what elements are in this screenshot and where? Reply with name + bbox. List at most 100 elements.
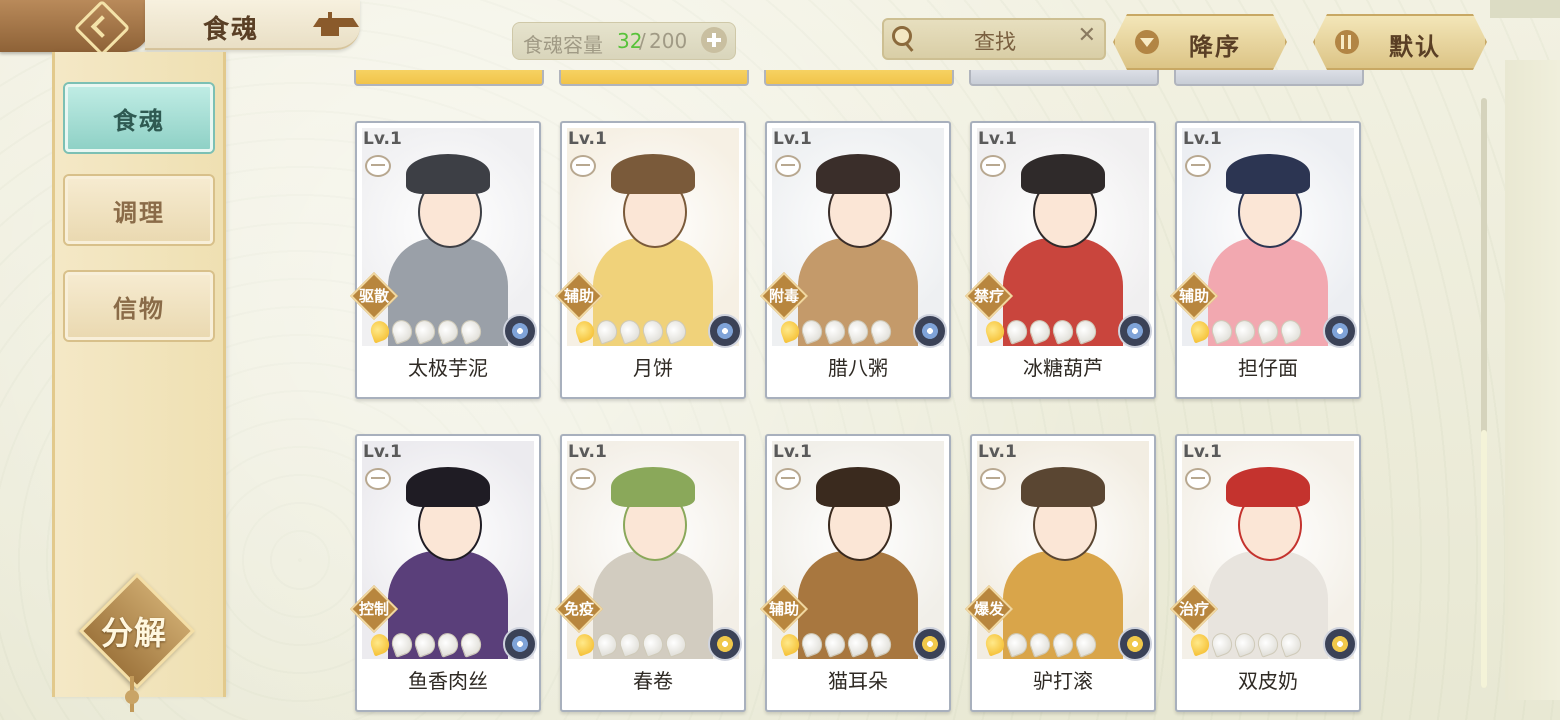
tab-label: 食魂 — [113, 107, 165, 135]
level-label: Lv.1 — [773, 442, 812, 462]
tab-xinwu[interactable]: 信物 — [65, 272, 213, 340]
food-soul-card[interactable]: Lv.1 治疗 双皮奶 — [1169, 434, 1361, 712]
star-rating — [983, 630, 1100, 658]
role-badge: 附毒 — [759, 271, 809, 321]
star-filled-icon — [573, 631, 597, 657]
star-filled-icon — [573, 318, 597, 344]
star-empty-icon — [593, 630, 621, 658]
star-rating — [1188, 317, 1305, 345]
scrollbar-thumb[interactable] — [1481, 430, 1487, 688]
gold-flower-icon — [708, 627, 742, 661]
level-label: Lv.1 — [568, 442, 607, 462]
sort-order-button[interactable]: 降序 — [1113, 14, 1287, 70]
role-label: 控制 — [358, 600, 389, 618]
food-soul-name: 春卷 — [633, 669, 673, 693]
top-left-header: 食魂 — [0, 0, 360, 57]
star-empty-icon — [1277, 317, 1305, 345]
bowl-icon — [570, 468, 596, 490]
star-empty-icon — [662, 630, 690, 658]
role-badge: 辅助 — [759, 584, 809, 634]
capacity-label: 食魂容量 — [523, 33, 603, 57]
bowl-icon — [1185, 155, 1211, 177]
star-rating — [1188, 630, 1305, 658]
food-soul-card[interactable]: Lv.1 免疫春卷 — [554, 434, 746, 712]
back-chevron-icon — [73, 0, 131, 57]
star-empty-icon — [1049, 317, 1077, 345]
star-empty-icon — [821, 630, 849, 658]
star-empty-icon — [662, 317, 690, 345]
level-label: Lv.1 — [1183, 129, 1222, 149]
decompose-label: 分解 — [100, 614, 167, 652]
food-soul-card[interactable]: Lv.1 禁疗 冰糖葫芦 — [964, 121, 1156, 399]
blue-flower-icon — [503, 627, 537, 661]
star-empty-icon — [844, 317, 872, 345]
character-hair — [611, 467, 695, 507]
food-soul-card[interactable]: Lv.1 辅助 担仔面 — [1169, 121, 1361, 399]
previous-card-edge — [1174, 70, 1364, 86]
bowl-icon — [980, 468, 1006, 490]
bowl-icon — [980, 155, 1006, 177]
frame-top-decoration — [1490, 0, 1560, 18]
previous-card-edge — [969, 70, 1159, 86]
sort-mode-label: 默认 — [1389, 33, 1441, 61]
food-soul-card[interactable]: Lv.1 辅助 猫耳朵 — [759, 434, 951, 712]
bowl-icon — [775, 468, 801, 490]
tab-label: 信物 — [113, 295, 165, 323]
sort-mode-button[interactable]: 默认 — [1313, 14, 1487, 70]
level-label: Lv.1 — [363, 442, 402, 462]
search-box[interactable]: 查找 ✕ — [882, 18, 1106, 60]
star-filled-icon — [778, 631, 802, 657]
role-label: 治疗 — [1178, 600, 1209, 618]
role-badge: 爆发 — [964, 584, 1014, 634]
decompose-button[interactable]: 分解 — [79, 573, 195, 689]
food-soul-card[interactable]: Lv.1 驱散 太极芋泥 — [349, 121, 541, 399]
star-empty-icon — [1072, 317, 1100, 345]
pavilion-icon[interactable] — [313, 12, 359, 40]
back-button[interactable] — [0, 0, 150, 57]
bowl-icon — [1185, 468, 1211, 490]
star-empty-icon — [1026, 630, 1054, 658]
star-empty-icon — [639, 317, 667, 345]
food-soul-card[interactable]: Lv.1 附毒 腊八粥 — [759, 121, 951, 399]
star-empty-icon — [1003, 630, 1031, 658]
role-label: 免疫 — [563, 600, 594, 618]
star-rating — [573, 630, 690, 658]
role-badge: 辅助 — [1169, 271, 1219, 321]
food-soul-card[interactable]: Lv.1 控制 鱼香肉丝 — [349, 434, 541, 712]
gold-flower-icon — [1118, 627, 1152, 661]
star-empty-icon — [434, 317, 462, 345]
tassel-bead-decoration — [125, 690, 139, 704]
food-soul-card[interactable]: Lv.1 爆发 驴打滚 — [964, 434, 1156, 712]
blue-flower-icon — [913, 314, 947, 348]
character-hair — [406, 467, 490, 507]
star-empty-icon — [1003, 317, 1031, 345]
close-icon[interactable]: ✕ — [1078, 23, 1096, 48]
star-empty-icon — [867, 317, 895, 345]
food-soul-card[interactable]: Lv.1 辅助 月饼 — [554, 121, 746, 399]
food-soul-name: 太极芋泥 — [408, 356, 488, 380]
star-filled-icon — [368, 318, 392, 344]
food-soul-name: 月饼 — [633, 356, 673, 380]
level-label: Lv.1 — [568, 129, 607, 149]
star-empty-icon — [1208, 630, 1236, 658]
star-empty-icon — [388, 317, 416, 345]
food-soul-name: 腊八粥 — [828, 356, 888, 380]
role-badge: 免疫 — [554, 584, 604, 634]
level-label: Lv.1 — [363, 129, 402, 149]
star-rating — [368, 630, 485, 658]
star-empty-icon — [798, 630, 826, 658]
tab-shihun[interactable]: 食魂 — [65, 84, 213, 152]
star-rating — [573, 317, 690, 345]
star-empty-icon — [1254, 317, 1282, 345]
star-empty-icon — [457, 317, 485, 345]
role-label: 辅助 — [768, 600, 799, 618]
star-empty-icon — [1072, 630, 1100, 658]
star-empty-icon — [1231, 317, 1259, 345]
star-empty-icon — [1049, 630, 1077, 658]
bowl-icon — [775, 155, 801, 177]
tab-tiaoli[interactable]: 调理 — [65, 176, 213, 244]
star-filled-icon — [368, 631, 392, 657]
star-empty-icon — [1277, 630, 1305, 658]
add-capacity-button[interactable] — [701, 27, 727, 53]
star-empty-icon — [434, 630, 462, 658]
